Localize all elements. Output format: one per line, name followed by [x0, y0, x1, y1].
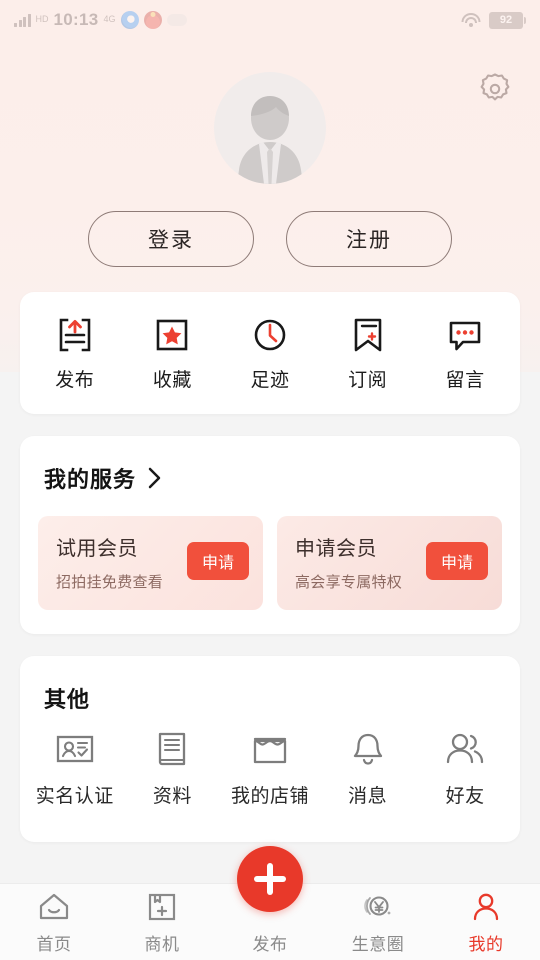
person-profile-icon [469, 890, 503, 924]
apply-button[interactable]: 申请 [426, 542, 488, 580]
other-header: 其他 [20, 656, 520, 714]
quick-action-label: 足迹 [250, 370, 290, 391]
other-item-id-verification[interactable]: 实名认证 [26, 726, 124, 808]
other-item-label: 好友 [445, 786, 485, 807]
avatar[interactable] [214, 72, 326, 184]
network-type-label: 4G [103, 14, 116, 25]
upload-publish-icon [54, 314, 96, 356]
my-services-card: 我的服务 试用会员 招拍挂免费查看 申请 申请会员 高会享专属特权 申请 [20, 436, 520, 634]
auth-buttons: 登录 注册 [0, 211, 540, 267]
quick-action-footprints[interactable]: 足迹 [221, 314, 319, 392]
tab-label: 首页 [36, 934, 72, 954]
status-bar-left: HD 10:13 4G [14, 10, 187, 30]
chat-bubble-message-icon [444, 314, 486, 356]
bookmark-subscribe-icon [347, 314, 389, 356]
star-favorite-icon [151, 314, 193, 356]
battery-cap [524, 16, 526, 24]
quick-action-favorites[interactable]: 收藏 [124, 314, 222, 392]
other-item-label: 我的店铺 [230, 786, 309, 807]
other-item-label: 资料 [152, 786, 192, 807]
other-item-messages[interactable]: 消息 [319, 726, 417, 808]
login-button[interactable]: 登录 [88, 211, 254, 267]
carrier-top-label: HD [35, 14, 49, 25]
membership-promos: 试用会员 招拍挂免费查看 申请 申请会员 高会享专属特权 申请 [20, 494, 520, 610]
shop-storefront-icon [247, 726, 293, 772]
quick-actions-row: 发布 收藏 足迹 订阅 留言 [20, 292, 520, 414]
promo-trial-member[interactable]: 试用会员 招拍挂免费查看 申请 [38, 516, 263, 610]
briefcase-add-icon [145, 890, 179, 924]
chevron-right-icon [148, 467, 161, 489]
document-profile-icon [149, 726, 195, 772]
status-bar: HD 10:13 4G 92 [0, 0, 540, 40]
status-bar-carrier: HD [35, 14, 49, 25]
other-card: 其他 实名认证 资料 我的店铺 消息 好友 [20, 656, 520, 842]
publish-fab-button[interactable] [237, 846, 303, 912]
wifi-icon [461, 13, 480, 27]
bell-notification-icon [345, 726, 391, 772]
register-button[interactable]: 注册 [286, 211, 452, 267]
tab-label: 发布 [252, 934, 288, 954]
quick-action-label: 发布 [55, 370, 95, 391]
my-services-header[interactable]: 我的服务 [20, 436, 520, 494]
browser-icon [120, 11, 139, 29]
quick-action-message[interactable]: 留言 [416, 314, 514, 392]
other-item-profile[interactable]: 资料 [124, 726, 222, 808]
tab-label: 我的 [468, 934, 504, 954]
section-title: 其他 [44, 687, 91, 712]
home-icon [37, 890, 71, 924]
other-items-row: 实名认证 资料 我的店铺 消息 好友 [20, 726, 520, 808]
other-item-my-shop[interactable]: 我的店铺 [221, 726, 319, 808]
tab-label: 商机 [144, 934, 180, 954]
tab-label: 生意圈 [351, 934, 405, 954]
plus-fab-icon-bar [254, 876, 286, 882]
tab-business-circle[interactable]: 生意圈 [324, 884, 432, 960]
other-item-label: 实名认证 [35, 786, 114, 807]
settings-button[interactable] [472, 66, 518, 112]
other-item-label: 消息 [348, 786, 388, 807]
signal-bars-icon [14, 13, 31, 27]
battery-indicator: 92 [489, 11, 526, 29]
status-bar-clock: 10:13 [53, 10, 99, 29]
tab-opportunities[interactable]: 商机 [108, 884, 216, 960]
gear-icon [480, 73, 510, 101]
yuan-coin-icon [361, 890, 395, 924]
section-title: 我的服务 [44, 467, 137, 492]
quick-action-label: 收藏 [152, 370, 192, 391]
quick-action-label: 留言 [445, 370, 485, 391]
clock-history-icon [249, 314, 291, 356]
tab-home[interactable]: 首页 [0, 884, 108, 960]
users-friends-icon [442, 726, 488, 772]
cloud-icon [166, 14, 187, 26]
quick-action-label: 订阅 [348, 370, 388, 391]
status-bar-right: 92 [461, 11, 526, 29]
default-user-avatar [238, 96, 302, 184]
other-item-friends[interactable]: 好友 [416, 726, 514, 808]
quick-action-subscribe[interactable]: 订阅 [319, 314, 417, 392]
id-card-verify-icon [52, 726, 98, 772]
tab-mine[interactable]: 我的 [432, 884, 540, 960]
quick-actions-card: 发布 收藏 足迹 订阅 留言 [20, 292, 520, 414]
battery-level-label: 92 [489, 11, 523, 29]
apply-button[interactable]: 申请 [187, 542, 249, 580]
quick-action-publish[interactable]: 发布 [26, 314, 124, 392]
promo-apply-member[interactable]: 申请会员 高会享专属特权 申请 [277, 516, 502, 610]
red-app-icon [143, 11, 162, 29]
